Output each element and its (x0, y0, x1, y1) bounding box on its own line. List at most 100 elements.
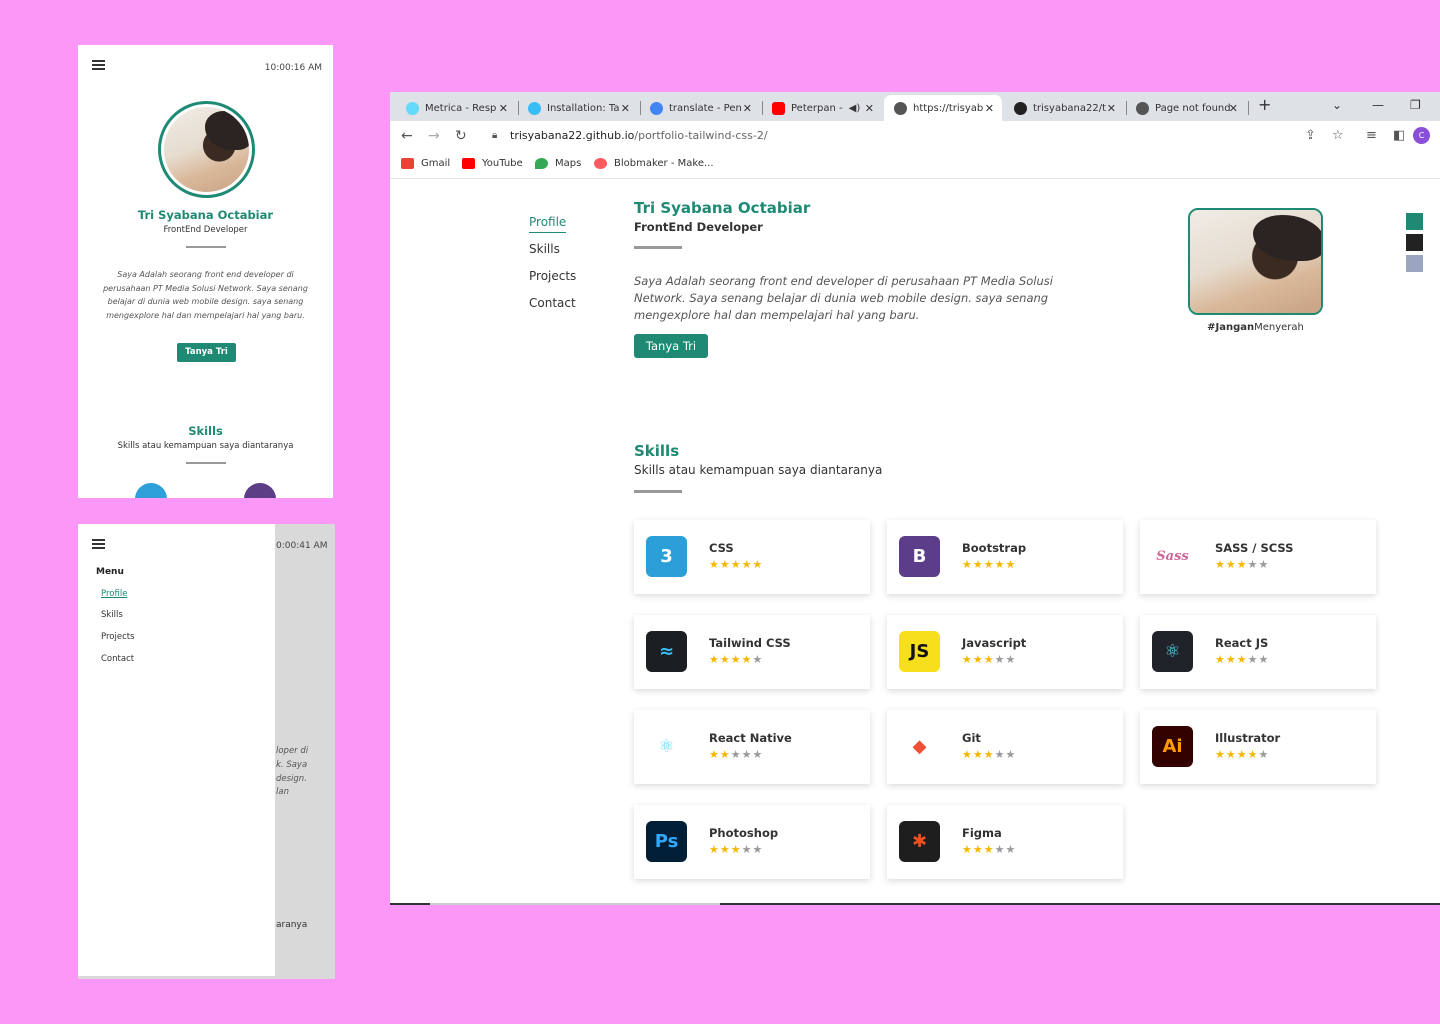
star-filled-icon: ★ (962, 843, 973, 856)
menu-item-skills[interactable]: Skills (101, 610, 123, 620)
star-filled-icon: ★ (719, 748, 731, 761)
profile-name: Tri Syabana Octabiar (634, 199, 811, 217)
close-icon[interactable]: ✕ (499, 102, 508, 115)
star-filled-icon: ★ (1225, 748, 1237, 761)
tab-peterpan[interactable]: Peterpan - ◀︎) ✕ (762, 95, 882, 121)
nav-contact[interactable]: Contact (529, 296, 576, 310)
rating-stars: ★★★★★ (1215, 748, 1269, 761)
close-icon[interactable]: ✕ (1229, 102, 1238, 115)
blobmaker-icon (594, 158, 607, 169)
star-empty-icon: ★ (752, 653, 764, 666)
url-field[interactable]: 🔒︎ trisyabana22.github.io/portfolio-tailw… (482, 125, 1332, 147)
tab-portfolio-active[interactable]: https://trisyab ✕ (884, 95, 1002, 121)
theme-swatch-dark[interactable] (1406, 234, 1423, 251)
profile-avatar[interactable]: C (1413, 127, 1430, 144)
star-empty-icon: ★ (1247, 558, 1259, 571)
skill-name: Javascript (962, 636, 1027, 650)
star-filled-icon: ★ (962, 653, 973, 666)
clock: 0:00:41 AM (276, 541, 328, 551)
star-filled-icon: ★ (1236, 558, 1248, 571)
mobile-profile-preview: 10:00:16 AM Tri Syabana Octabiar FrontEn… (78, 45, 333, 498)
bookmark-youtube[interactable]: YouTube (462, 158, 523, 169)
star-filled-icon: ★ (709, 843, 720, 856)
tab-translate[interactable]: translate - Pen ✕ (640, 95, 760, 121)
obscured-text: aranya (276, 920, 308, 930)
close-icon[interactable]: ✕ (865, 102, 874, 115)
profile-photo (1188, 208, 1323, 315)
star-empty-icon: ★ (1258, 558, 1270, 571)
reload-icon[interactable]: ↻ (455, 128, 467, 144)
skill-name: Tailwind CSS (709, 636, 791, 650)
bookmark-blobmaker[interactable]: Blobmaker - Make... (594, 158, 714, 169)
divider (634, 490, 682, 493)
divider (186, 246, 226, 248)
rating-stars: ★★★★★ (709, 558, 763, 571)
theme-swatch-gray[interactable] (1406, 255, 1423, 272)
tab-installation[interactable]: Installation: Ta ✕ (518, 95, 638, 121)
rating-stars: ★★★★★ (709, 653, 763, 666)
bookmark-maps[interactable]: Maps (535, 158, 581, 169)
theme-swatch-green[interactable] (1406, 213, 1423, 230)
close-icon[interactable]: ✕ (743, 102, 752, 115)
hamburger-menu-icon[interactable] (92, 60, 105, 72)
obscured-text: lan (276, 787, 289, 797)
ask-button[interactable]: Tanya Tri (634, 334, 708, 358)
forward-icon[interactable]: → (428, 128, 440, 144)
divider (634, 246, 682, 249)
skill-card: JS Javascript ★★★★★ (887, 615, 1123, 689)
star-filled-icon: ★ (983, 748, 995, 761)
minimize-icon[interactable]: — (1372, 98, 1384, 112)
star-filled-icon: ★ (741, 653, 753, 666)
nav-skills[interactable]: Skills (529, 242, 560, 256)
back-icon[interactable]: ← (401, 128, 413, 144)
skill-name: CSS (709, 541, 734, 555)
rating-stars: ★★★★★ (709, 843, 763, 856)
profile-bio: Saya Adalah seorang front end developer … (634, 274, 1053, 322)
tab-github[interactable]: trisyabana22/t ✕ (1004, 95, 1124, 121)
ask-button[interactable]: Tanya Tri (177, 343, 236, 362)
youtube-icon (772, 101, 785, 115)
skill-card: ⚛ React JS ★★★★★ (1140, 615, 1376, 689)
close-icon[interactable]: ✕ (1107, 102, 1116, 115)
skill-name: React JS (1215, 636, 1269, 650)
skill-name: Photoshop (709, 826, 779, 840)
star-filled-icon: ★ (972, 558, 984, 571)
close-icon[interactable]: ✕ (621, 102, 630, 115)
menu-item-contact[interactable]: Contact (101, 654, 134, 664)
bookmark-star-icon[interactable]: ☆ (1332, 128, 1344, 143)
skill-card: Sass SASS / SCSS ★★★★★ (1140, 520, 1376, 594)
obscured-text: design. (276, 774, 307, 784)
star-filled-icon: ★ (962, 558, 973, 571)
horizontal-scrollbar[interactable] (390, 903, 1440, 905)
star-filled-icon: ★ (709, 748, 720, 761)
menu-item-profile[interactable]: Profile (101, 589, 127, 599)
star-filled-icon: ★ (983, 653, 995, 666)
share-icon[interactable]: ⇪ (1305, 128, 1316, 143)
reading-list-icon[interactable]: ≡ (1366, 128, 1377, 143)
star-empty-icon: ★ (1247, 653, 1259, 666)
nav-profile[interactable]: Profile (529, 215, 567, 233)
star-empty-icon: ★ (752, 748, 764, 761)
star-filled-icon: ★ (752, 558, 764, 571)
divider (186, 462, 226, 464)
nav-projects[interactable]: Projects (529, 269, 576, 283)
globe-icon (1136, 101, 1149, 115)
tab-page-not-found[interactable]: Page not found ✕ (1126, 95, 1246, 121)
audio-icon[interactable]: ◀︎) (849, 103, 861, 114)
bookmark-gmail[interactable]: Gmail (401, 158, 450, 169)
tab-search-icon[interactable]: ⌄ (1332, 98, 1342, 112)
skill-card: ◆ Git ★★★★★ (887, 710, 1123, 784)
skill-name: Git (962, 731, 981, 745)
menu-item-projects[interactable]: Projects (101, 632, 135, 642)
restore-icon[interactable]: ❐ (1410, 98, 1421, 112)
new-tab-icon[interactable]: + (1258, 95, 1271, 114)
github-icon (1014, 101, 1027, 115)
css-icon (135, 483, 167, 498)
star-filled-icon: ★ (1225, 558, 1237, 571)
tab-metrica[interactable]: Metrica - Resp ✕ (396, 95, 516, 121)
side-panel-icon[interactable]: ◧ (1393, 128, 1405, 143)
close-icon[interactable]: ✕ (985, 102, 994, 115)
star-empty-icon: ★ (994, 843, 1006, 856)
star-filled-icon: ★ (972, 843, 984, 856)
hamburger-menu-icon[interactable] (92, 539, 105, 551)
